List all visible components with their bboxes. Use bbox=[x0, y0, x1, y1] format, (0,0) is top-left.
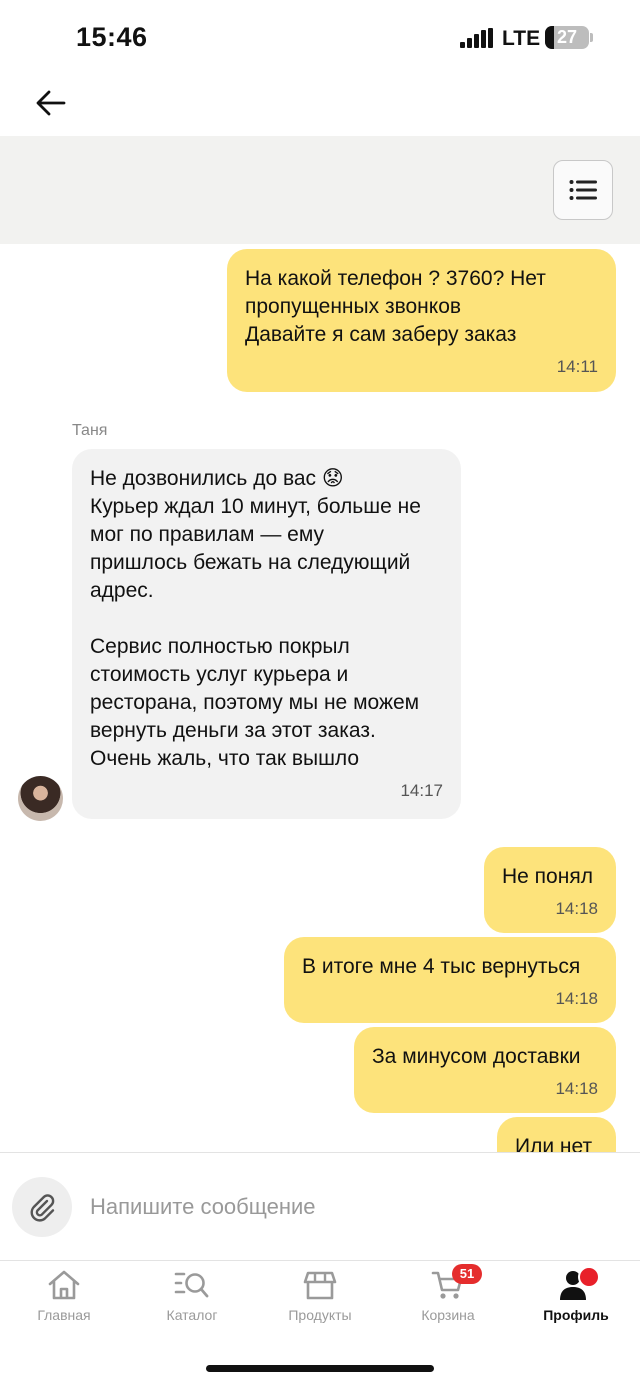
message-time: 14:11 bbox=[556, 357, 598, 376]
tab-catalog[interactable]: Каталог bbox=[128, 1267, 256, 1333]
message-text: Не дозвонились до вас 😟 Курьер ждал 10 м… bbox=[90, 467, 421, 770]
status-bar: 15:46 LTE 27 bbox=[0, 0, 640, 70]
arrow-left-icon bbox=[36, 90, 66, 116]
tab-label: Продукты bbox=[288, 1307, 352, 1323]
message-outgoing[interactable]: Не понял 14:18 bbox=[484, 847, 616, 933]
message-incoming[interactable]: Не дозвонились до вас 😟 Курьер ждал 10 м… bbox=[72, 449, 461, 819]
tab-bar: Главная Каталог Продукты 51 Корзина Проф… bbox=[0, 1260, 640, 1385]
paperclip-icon bbox=[30, 1194, 55, 1222]
battery-level: 27 bbox=[556, 27, 578, 47]
catalog-search-icon bbox=[172, 1267, 212, 1303]
profile-icon bbox=[556, 1266, 600, 1303]
message-time: 14:18 bbox=[555, 1079, 598, 1098]
message-outgoing[interactable]: Или нет bbox=[497, 1117, 616, 1152]
message-input-bar bbox=[0, 1152, 640, 1260]
home-icon bbox=[44, 1267, 84, 1303]
message-text: В итоге мне 4 тыс вернуться bbox=[302, 955, 581, 978]
message-outgoing[interactable]: В итоге мне 4 тыс вернуться 14:18 bbox=[284, 937, 616, 1023]
message-text: За минусом доставки bbox=[372, 1045, 581, 1068]
tab-label: Каталог bbox=[166, 1307, 218, 1323]
message-time: 14:17 bbox=[400, 781, 443, 800]
chat-messages[interactable]: На какой телефон ? 3760? Нет пропущенных… bbox=[0, 244, 640, 1152]
notification-dot bbox=[578, 1266, 600, 1288]
attach-button[interactable] bbox=[12, 1177, 72, 1237]
battery-tip bbox=[590, 33, 593, 42]
sender-name: Таня bbox=[72, 422, 108, 439]
message-text: Или нет bbox=[515, 1135, 593, 1152]
cart-badge: 51 bbox=[452, 1264, 482, 1284]
message-outgoing[interactable]: На какой телефон ? 3760? Нет пропущенных… bbox=[227, 249, 616, 392]
signal-icon bbox=[460, 28, 494, 48]
tab-products[interactable]: Продукты bbox=[256, 1267, 384, 1333]
store-icon bbox=[300, 1267, 340, 1303]
message-input[interactable] bbox=[90, 1183, 610, 1231]
message-time: 14:18 bbox=[555, 899, 598, 918]
tab-label: Профиль bbox=[543, 1307, 609, 1323]
tab-label: Корзина bbox=[421, 1307, 475, 1323]
list-menu-icon bbox=[569, 180, 597, 200]
battery-icon: 27 bbox=[545, 26, 589, 49]
tab-profile[interactable]: Профиль bbox=[512, 1266, 640, 1333]
message-text: На какой телефон ? 3760? Нет пропущенных… bbox=[245, 267, 546, 346]
back-button[interactable] bbox=[30, 82, 72, 124]
tab-label: Главная bbox=[37, 1307, 91, 1323]
status-time: 15:46 bbox=[76, 22, 148, 52]
message-time: 14:18 bbox=[555, 989, 598, 1008]
message-outgoing[interactable]: За минусом доставки 14:18 bbox=[354, 1027, 616, 1113]
home-indicator bbox=[206, 1365, 434, 1372]
menu-button[interactable] bbox=[553, 160, 613, 220]
tab-cart[interactable]: 51 Корзина bbox=[384, 1264, 512, 1333]
network-type: LTE bbox=[502, 27, 541, 50]
cart-icon: 51 bbox=[428, 1264, 482, 1303]
message-text: Не понял bbox=[502, 865, 593, 888]
avatar[interactable] bbox=[18, 776, 63, 821]
chat-header bbox=[0, 136, 640, 244]
tab-home[interactable]: Главная bbox=[0, 1267, 128, 1333]
